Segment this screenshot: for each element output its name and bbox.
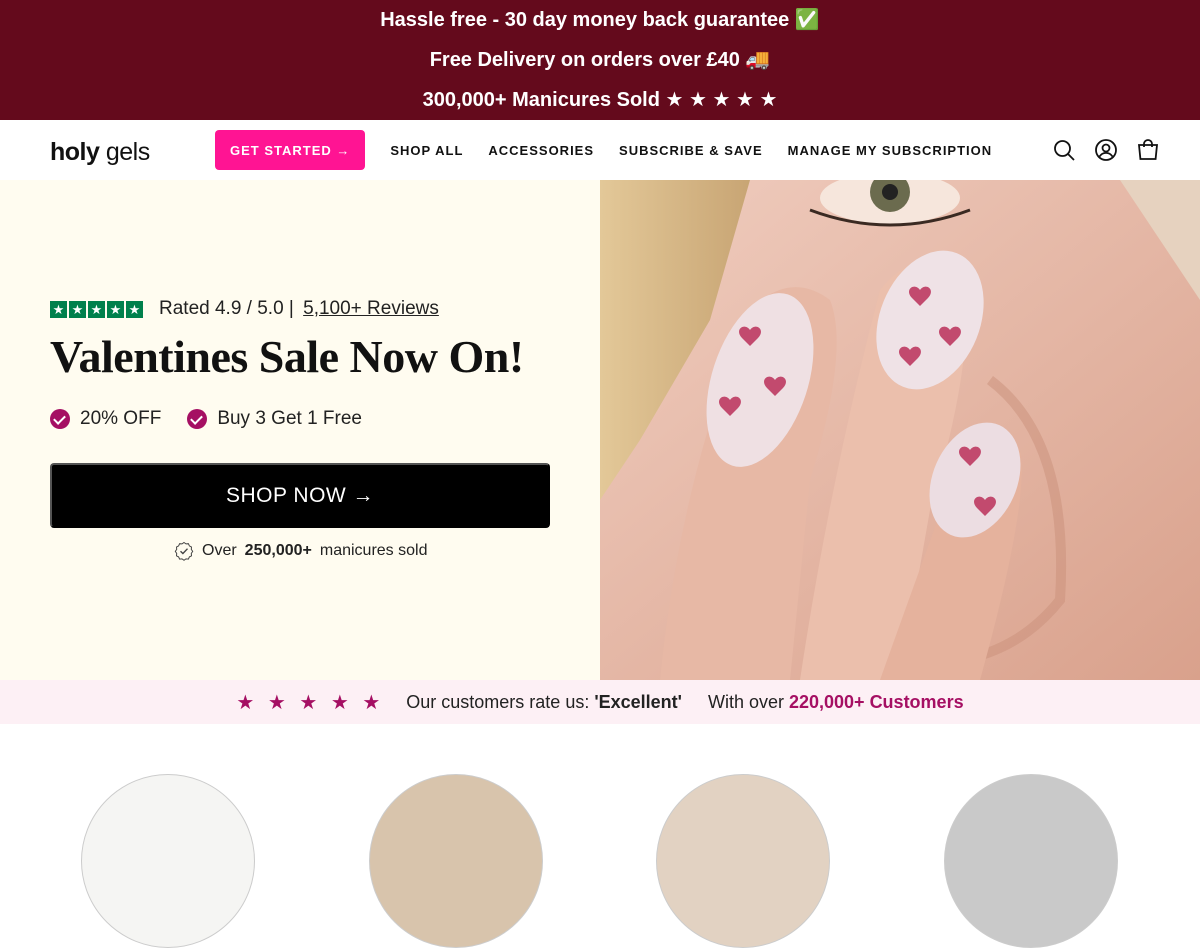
rating-stars-icon: ★ ★ ★ ★ ★ bbox=[236, 691, 385, 714]
site-header: holy gels GET STARTED → SHOP ALL ACCESSO… bbox=[0, 120, 1200, 180]
rating-row: ★ ★ ★ ★ ★ Rated 4.9 / 5.0 | 5,100+ Revie… bbox=[50, 298, 439, 320]
get-started-button[interactable]: GET STARTED → bbox=[215, 130, 366, 170]
nav-accessories[interactable]: ACCESSORIES bbox=[488, 143, 594, 158]
nav-manage-subscription[interactable]: MANAGE MY SUBSCRIPTION bbox=[788, 143, 993, 158]
hero-title: Valentines Sale Now On! bbox=[50, 331, 524, 382]
customers-prefix: With over bbox=[707, 691, 784, 712]
check-icon bbox=[187, 409, 208, 429]
rate-value: 'Excellent' bbox=[594, 691, 682, 712]
search-icon[interactable] bbox=[1052, 138, 1076, 162]
trustpilot-stars: ★ ★ ★ ★ ★ bbox=[50, 300, 143, 318]
star-icon: ★ bbox=[126, 300, 143, 318]
customers-value: 220,000+ Customers bbox=[788, 691, 964, 712]
logo[interactable]: holy gels bbox=[50, 138, 150, 167]
check-icon bbox=[50, 409, 70, 429]
star-icon: ★ bbox=[107, 300, 124, 318]
nav-subscribe-save[interactable]: SUBSCRIBE & SAVE bbox=[619, 143, 763, 158]
hero-image bbox=[600, 180, 1200, 680]
perk-label: 20% OFF bbox=[80, 408, 162, 429]
star-icon: ★ bbox=[88, 300, 105, 318]
perks-list: 20% OFF Buy 3 Get 1 Free bbox=[50, 408, 362, 430]
trust-bar: ★ ★ ★ ★ ★ Our customers rate us: 'Excell… bbox=[0, 680, 1200, 724]
header-icons bbox=[1052, 138, 1160, 162]
shop-now-button[interactable]: SHOP NOW → bbox=[50, 463, 550, 528]
verified-badge-icon bbox=[174, 541, 194, 561]
hero-nails-illustration bbox=[600, 180, 1200, 680]
rating-text: Rated 4.9 / 5.0 | 5,100+ Reviews bbox=[159, 298, 439, 320]
sold-suffix: manicures sold bbox=[319, 542, 428, 559]
main-nav: GET STARTED → SHOP ALL ACCESSORIES SUBSC… bbox=[215, 130, 992, 170]
rating-value: Rated 4.9 / 5.0 | bbox=[159, 298, 294, 319]
star-icon: ★ bbox=[50, 300, 67, 318]
logo-light: gels bbox=[99, 138, 150, 166]
category-circle[interactable] bbox=[369, 774, 543, 948]
manicures-sold: Over 250,000+ manicures sold bbox=[174, 541, 427, 561]
star-icon: ★ bbox=[69, 300, 86, 318]
nav-shop-all[interactable]: SHOP ALL bbox=[390, 143, 463, 158]
category-circle[interactable] bbox=[944, 774, 1118, 948]
announcement-line-guarantee: Hassle free - 30 day money back guarante… bbox=[380, 9, 820, 31]
cart-icon[interactable] bbox=[1136, 138, 1160, 162]
announcement-line-delivery: Free Delivery on orders over £40 🚚 bbox=[429, 49, 771, 71]
hero-text-panel bbox=[0, 180, 600, 680]
perk-item: 20% OFF bbox=[50, 408, 161, 430]
account-icon[interactable] bbox=[1094, 138, 1118, 162]
sold-count: 250,000+ bbox=[244, 542, 312, 559]
sold-prefix: Over bbox=[202, 542, 237, 559]
perk-item: Buy 3 Get 1 Free bbox=[187, 408, 362, 430]
perk-label: Buy 3 Get 1 Free bbox=[217, 408, 362, 429]
announcement-bar: Hassle free - 30 day money back guarante… bbox=[0, 0, 1200, 120]
category-circle[interactable] bbox=[656, 774, 830, 948]
reviews-link[interactable]: 5,100+ Reviews bbox=[303, 298, 439, 319]
announcement-line-manicures: 300,000+ Manicures Sold ★ ★ ★ ★ ★ bbox=[422, 89, 778, 111]
logo-bold: holy bbox=[50, 138, 100, 166]
category-circle[interactable] bbox=[81, 774, 255, 948]
rate-prefix: Our customers rate us: bbox=[406, 691, 590, 712]
